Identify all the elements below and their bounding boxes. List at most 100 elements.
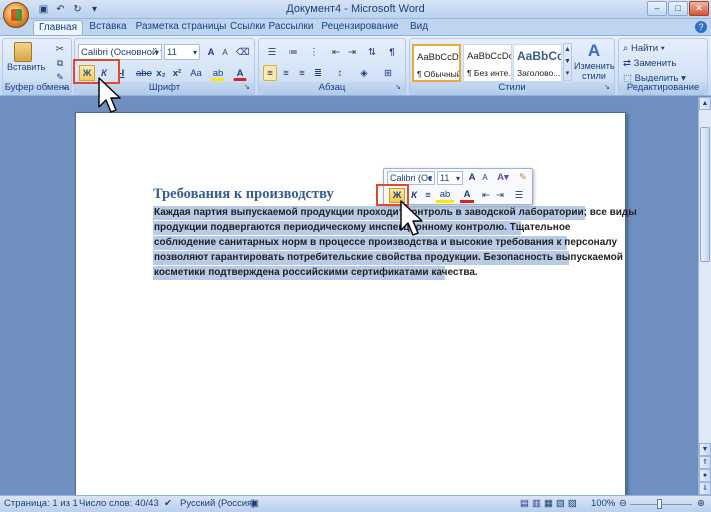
shrink-font-button[interactable]: A <box>219 44 231 60</box>
increase-indent-icon[interactable]: ⇥ <box>345 44 359 60</box>
style-normal[interactable]: AaBbCcDc ¶ Обычный <box>412 44 461 82</box>
superscript-button[interactable]: x² <box>170 65 184 81</box>
minimize-button[interactable]: – <box>647 1 667 16</box>
document-heading[interactable]: Требования к производству <box>153 186 334 203</box>
paste-icon <box>14 42 32 62</box>
tab-insert[interactable]: Вставка <box>86 20 130 35</box>
status-bar: Страница: 1 из 1 Число слов: 40/43 ✔ Рус… <box>0 495 711 512</box>
tab-mailings[interactable]: Рассылки <box>268 20 314 35</box>
document-line[interactable]: соблюдение санитарных норм в процессе пр… <box>153 236 617 250</box>
scroll-thumb[interactable] <box>700 127 710 262</box>
scroll-down-icon[interactable]: ▼ <box>699 443 711 456</box>
editing-group-label: Редактирование <box>619 82 707 94</box>
decrease-indent-icon[interactable]: ⇤ <box>329 44 343 60</box>
find-button[interactable]: ⌕ Найти ▾ <box>623 41 705 57</box>
tab-home[interactable]: Главная <box>33 20 83 35</box>
tab-review[interactable]: Рецензирование <box>318 20 402 35</box>
office-button[interactable] <box>3 2 29 28</box>
scroll-up-icon[interactable]: ▲ <box>699 97 711 110</box>
show-marks-icon[interactable]: ¶ <box>385 44 399 60</box>
font-launcher-icon[interactable]: ↘ <box>244 84 252 92</box>
highlight-color-icon[interactable]: ab <box>211 65 225 81</box>
change-styles-label: Изменить стили <box>574 61 615 81</box>
style-sample: AaBbCcDc <box>467 51 512 62</box>
mini-font-name-dropdown[interactable]: Calibri (Ос <box>387 171 435 185</box>
bullets-icon[interactable]: ☰ <box>263 44 281 60</box>
numbering-icon[interactable]: ≔ <box>284 44 302 60</box>
mini-decrease-indent-icon[interactable]: ⇤ <box>480 188 492 204</box>
mini-shrink-font-icon[interactable]: A <box>479 170 491 186</box>
word-count[interactable]: Число слов: 40/43 <box>79 496 159 512</box>
line-spacing-icon[interactable]: ↕ <box>331 65 349 81</box>
mini-styles-icon[interactable]: A▾ <box>494 170 512 186</box>
strikethrough-button[interactable]: abe <box>135 65 152 81</box>
editing-group: ⌕ Найти ▾ ⇄ Заменить ⬚ Выделить ▾ Редакт… <box>618 38 708 95</box>
zoom-level[interactable]: 100% <box>591 496 615 512</box>
proofing-icon[interactable]: ✔ <box>164 496 172 512</box>
borders-icon[interactable]: ⊞ <box>379 65 397 81</box>
style-no-spacing[interactable]: AaBbCcDc ¶ Без инте... <box>463 44 512 82</box>
styles-launcher-icon[interactable]: ↘ <box>604 84 612 92</box>
document-line[interactable]: косметики подтверждена российскими серти… <box>153 266 478 280</box>
ribbon-tabs: Главная Вставка Разметка страницы Ссылки… <box>0 19 711 35</box>
tab-view[interactable]: Вид <box>406 20 432 35</box>
cut-icon[interactable]: ✂ <box>53 43 67 55</box>
browse-object-icon[interactable]: ● <box>699 469 711 482</box>
mini-highlight-icon[interactable]: ab <box>436 188 454 203</box>
font-color-icon[interactable]: A <box>233 65 247 81</box>
view-buttons-icon[interactable]: ▤▥▦▧▨ <box>520 496 580 512</box>
align-right-icon[interactable]: ≡ <box>295 65 309 81</box>
zoom-in-icon[interactable]: ⊕ <box>697 496 705 512</box>
tab-page-layout[interactable]: Разметка страницы <box>133 20 229 35</box>
sort-icon[interactable]: ⇅ <box>365 44 379 60</box>
copy-icon[interactable]: ⧉ <box>53 57 67 69</box>
mini-grow-font-icon[interactable]: A <box>466 170 478 186</box>
font-name-dropdown[interactable]: Calibri (Основной те <box>78 44 162 60</box>
styles-scroll-icon[interactable]: ▲ ▼ ▾ <box>563 43 572 81</box>
document-line[interactable]: продукции подвергаются периодическому ин… <box>153 221 571 235</box>
vertical-scrollbar[interactable]: ▲ ▼ ⇑ ● ⇓ <box>698 97 711 495</box>
paragraph-launcher-icon[interactable]: ↘ <box>395 84 403 92</box>
office-logo-icon <box>11 9 22 21</box>
macro-record-icon[interactable]: ▣ <box>250 496 259 512</box>
replace-button[interactable]: ⇄ Заменить <box>623 56 705 72</box>
font-size-dropdown[interactable]: 11 <box>164 44 200 60</box>
align-center-icon[interactable]: ≡ <box>279 65 293 81</box>
clipboard-launcher-icon[interactable]: ↘ <box>61 84 69 92</box>
help-icon[interactable]: ? <box>695 21 707 33</box>
mini-format-painter-icon[interactable]: ✎ <box>516 170 530 186</box>
mini-bullets-icon[interactable]: ☰ <box>510 188 528 204</box>
style-heading1[interactable]: AaBbCc Заголово... <box>513 44 562 82</box>
close-button[interactable]: ✕ <box>689 1 709 16</box>
subscript-button[interactable]: x₂ <box>154 65 168 81</box>
next-page-icon[interactable]: ⇓ <box>699 482 711 495</box>
mini-font-size-dropdown[interactable]: 11 <box>437 171 463 185</box>
clear-format-icon[interactable]: ⌫ <box>235 44 249 60</box>
paste-button[interactable]: Вставить <box>7 41 45 79</box>
grow-font-button[interactable]: A <box>204 44 218 60</box>
mini-font-color-icon[interactable]: A <box>460 188 474 203</box>
document-line[interactable]: Каждая партия выпускаемой продукции прох… <box>153 206 637 220</box>
document-page[interactable]: Требования к производству Каждая партия … <box>75 112 637 502</box>
find-label: Найти <box>630 43 659 54</box>
style-sample: AaBbCcDc <box>417 52 461 63</box>
change-styles-button[interactable]: A Изменить стили <box>574 41 615 83</box>
multilevel-list-icon[interactable]: ⋮ <box>305 44 323 60</box>
document-line[interactable]: позволяют гарантировать потребительские … <box>153 251 623 265</box>
title-bar: ▣ ↶ ↻ ▾ Документ4 - Microsoft Word – □ ✕ <box>0 0 711 19</box>
zoom-slider-thumb[interactable] <box>657 499 662 509</box>
language-indicator[interactable]: Русский (Россия) <box>180 496 255 512</box>
document-area: Требования к производству Каждая партия … <box>0 97 698 502</box>
change-styles-icon: A <box>587 41 601 60</box>
shading-icon[interactable]: ◈ <box>355 65 373 81</box>
justify-icon[interactable]: ≣ <box>311 65 325 81</box>
change-case-button[interactable]: Aa <box>187 65 205 81</box>
mini-increase-indent-icon[interactable]: ⇥ <box>494 188 506 204</box>
mouse-cursor-icon <box>400 200 423 236</box>
maximize-button[interactable]: □ <box>668 1 688 16</box>
page-indicator[interactable]: Страница: 1 из 1 <box>4 496 78 512</box>
tab-references[interactable]: Ссылки <box>230 20 265 35</box>
zoom-out-icon[interactable]: ⊖ <box>619 496 627 512</box>
align-left-icon[interactable]: ≡ <box>263 65 277 81</box>
prev-page-icon[interactable]: ⇑ <box>699 456 711 469</box>
